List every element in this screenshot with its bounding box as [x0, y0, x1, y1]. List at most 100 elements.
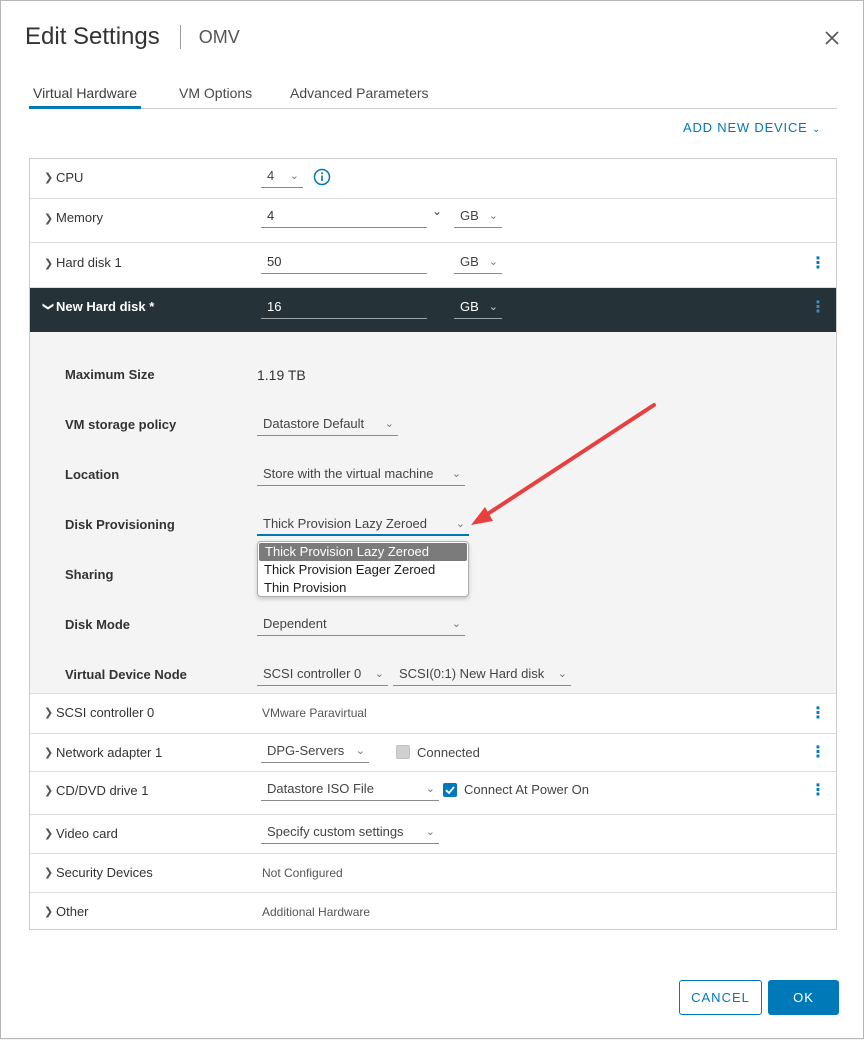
chevron-right-icon[interactable]: ❯ — [44, 212, 53, 225]
cddvd-value: Datastore ISO File — [267, 781, 374, 796]
tab-advanced-parameters[interactable]: Advanced Parameters — [290, 85, 429, 109]
device-row-memory[interactable]: ❯ Memory 4 ⌄ GB ⌄ — [30, 199, 836, 243]
new-hard-disk-unit: GB — [460, 299, 479, 314]
hard-disk-1-unit-select[interactable]: GB ⌄ — [454, 252, 502, 274]
chevron-right-icon[interactable]: ❯ — [44, 905, 53, 918]
storage-policy-value: Datastore Default — [263, 416, 365, 431]
option-thin-provision[interactable]: Thin Provision — [258, 579, 468, 597]
kebab-menu-icon[interactable]: ⋮ — [810, 703, 826, 723]
tab-virtual-hardware[interactable]: Virtual Hardware — [29, 85, 142, 109]
cancel-button[interactable]: CANCEL — [679, 980, 762, 1015]
device-node-controller-select[interactable]: SCSI controller 0 ⌄ — [257, 664, 388, 686]
cddvd-select[interactable]: Datastore ISO File ⌄ — [261, 779, 439, 801]
device-row-cd-dvd[interactable]: ❯ CD/DVD drive 1 Datastore ISO File ⌄ Co… — [30, 772, 836, 815]
device-row-other[interactable]: ❯ Other Additional Hardware — [30, 893, 836, 930]
memory-input[interactable]: 4 — [261, 206, 427, 228]
network-select[interactable]: DPG-Servers ⌄ — [261, 741, 369, 763]
device-node-select[interactable]: SCSI(0:1) New Hard disk ⌄ — [393, 664, 571, 686]
memory-unit: GB — [460, 208, 479, 223]
scsi-value: VMware Paravirtual — [262, 706, 367, 720]
chevron-right-icon[interactable]: ❯ — [44, 827, 53, 840]
disk-provisioning-label: Disk Provisioning — [65, 517, 175, 532]
max-size-label: Maximum Size — [65, 367, 155, 382]
new-hard-disk-size-input[interactable]: 16 — [261, 297, 427, 319]
chevron-down-icon: ⌄ — [425, 826, 435, 838]
new-hard-disk-unit-select[interactable]: GB ⌄ — [454, 297, 502, 319]
close-icon[interactable] — [821, 27, 843, 49]
device-node-value: SCSI(0:1) New Hard disk — [399, 666, 545, 681]
storage-policy-select[interactable]: Datastore Default ⌄ — [257, 414, 398, 436]
chevron-right-icon[interactable]: ❯ — [44, 706, 53, 719]
add-new-device-button[interactable]: ADD NEW DEVICE ⌄ — [683, 120, 821, 135]
other-label: Other — [56, 904, 89, 919]
new-hard-disk-label: New Hard disk * — [56, 299, 155, 314]
chevron-right-icon[interactable]: ❯ — [44, 784, 53, 797]
hard-disk-1-size-input[interactable]: 50 — [261, 252, 427, 274]
connect-at-power-on-label: Connect At Power On — [464, 782, 590, 797]
kebab-menu-icon[interactable]: ⋮ — [810, 297, 826, 317]
kebab-menu-icon[interactable]: ⋮ — [810, 780, 826, 800]
vm-name: OMV — [198, 26, 240, 47]
device-row-video-card[interactable]: ❯ Video card Specify custom settings ⌄ — [30, 815, 836, 854]
chevron-down-icon: ⌄ — [451, 468, 461, 480]
edit-settings-dialog: Edit Settings OMV Virtual Hardware VM Op… — [0, 0, 864, 1039]
device-row-new-hard-disk[interactable]: ❯ New Hard disk * 16 GB ⌄ ⋮ — [30, 288, 836, 332]
chevron-down-icon: ⌄ — [488, 301, 498, 313]
chevron-down-icon: ⌄ — [289, 170, 299, 182]
dialog-header: Edit Settings OMV — [25, 23, 240, 51]
device-row-cpu[interactable]: ❯ CPU 4 ⌄ — [30, 159, 836, 199]
location-select[interactable]: Store with the virtual machine ⌄ — [257, 464, 465, 486]
ok-button[interactable]: OK — [768, 980, 839, 1015]
memory-unit-select[interactable]: GB ⌄ — [454, 206, 502, 228]
disk-mode-select[interactable]: Dependent ⌄ — [257, 614, 465, 636]
video-label: Video card — [56, 826, 118, 841]
chevron-right-icon[interactable]: ❯ — [44, 171, 53, 184]
cddvd-label: CD/DVD drive 1 — [56, 783, 149, 798]
device-row-security-devices[interactable]: ❯ Security Devices Not Configured — [30, 854, 836, 893]
other-value: Additional Hardware — [262, 905, 371, 919]
option-thick-lazy-zeroed[interactable]: Thick Provision Lazy Zeroed — [259, 543, 467, 561]
new-hard-disk-details: Maximum Size 1.19 TB VM storage policy D… — [30, 332, 836, 694]
kebab-menu-icon[interactable]: ⋮ — [810, 742, 826, 762]
kebab-menu-icon[interactable]: ⋮ — [810, 253, 826, 273]
chevron-right-icon[interactable]: ❯ — [44, 257, 53, 270]
memory-value: 4 — [267, 208, 275, 223]
network-value: DPG-Servers — [267, 743, 345, 758]
chevron-down-icon: ⌄ — [488, 210, 498, 222]
memory-label: Memory — [56, 210, 103, 225]
connect-at-power-on-checkbox[interactable] — [443, 783, 457, 797]
security-label: Security Devices — [56, 865, 153, 880]
connected-label: Connected — [417, 745, 480, 760]
disk-provisioning-value: Thick Provision Lazy Zeroed — [263, 516, 428, 531]
option-thick-eager-zeroed[interactable]: Thick Provision Eager Zeroed — [258, 561, 468, 579]
chevron-down-icon: ⌄ — [425, 783, 435, 795]
new-hard-disk-size: 16 — [267, 299, 282, 314]
hard-disk-1-unit: GB — [460, 254, 479, 269]
chevron-down-icon: ⌄ — [384, 418, 394, 430]
tab-bar: Virtual Hardware VM Options Advanced Par… — [29, 81, 837, 109]
title-divider — [179, 25, 181, 49]
device-row-network-adapter[interactable]: ❯ Network adapter 1 DPG-Servers ⌄ Connec… — [30, 734, 836, 772]
connected-checkbox[interactable] — [396, 745, 410, 759]
chevron-down-icon: ⌄ — [374, 668, 384, 680]
storage-policy-label: VM storage policy — [65, 417, 177, 432]
cpu-value: 4 — [267, 168, 275, 183]
chevron-down-icon: ⌄ — [812, 124, 822, 135]
chevron-right-icon[interactable]: ❯ — [44, 746, 53, 759]
chevron-right-icon[interactable]: ❯ — [44, 866, 53, 879]
video-select[interactable]: Specify custom settings ⌄ — [261, 822, 439, 844]
chevron-down-icon[interactable]: ❯ — [42, 302, 55, 311]
device-row-scsi-controller[interactable]: ❯ SCSI controller 0 VMware Paravirtual ⋮ — [30, 694, 836, 734]
security-value: Not Configured — [262, 866, 343, 880]
cpu-select[interactable]: 4 ⌄ — [261, 166, 303, 188]
disk-provisioning-select[interactable]: Thick Provision Lazy Zeroed ⌄ — [257, 514, 469, 536]
chevron-down-icon: ⌄ — [557, 668, 567, 680]
disk-provisioning-dropdown: Thick Provision Lazy Zeroed Thick Provis… — [257, 541, 469, 597]
info-icon[interactable] — [313, 168, 331, 186]
device-row-hard-disk-1[interactable]: ❯ Hard disk 1 50 GB ⌄ ⋮ — [30, 243, 836, 288]
memory-spinner-icon[interactable]: ⌄ — [432, 204, 442, 218]
chevron-down-icon: ⌄ — [451, 618, 461, 630]
tab-vm-options[interactable]: VM Options — [179, 85, 252, 109]
chevron-down-icon: ⌄ — [355, 745, 365, 757]
hard-disk-1-size: 50 — [267, 254, 282, 269]
